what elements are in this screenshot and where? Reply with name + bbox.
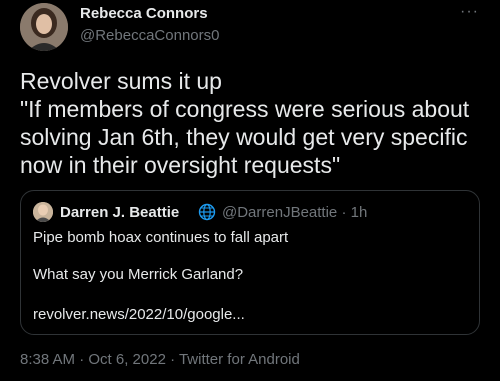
quoted-text-line: Pipe bomb hoax continues to fall apart [33, 229, 289, 246]
quoted-text-line: What say you Merrick Garland? [33, 266, 244, 283]
author-name[interactable]: Rebecca Connors [80, 5, 208, 22]
quoted-avatar[interactable] [33, 202, 53, 222]
tweet-line: Revolver sums it up [20, 68, 222, 94]
author-avatar[interactable] [20, 3, 68, 51]
quoted-author-name[interactable]: Darren J. Beattie [60, 204, 179, 221]
tweet-line: "If members of congress were serious abo… [20, 96, 470, 122]
author-handle[interactable]: @RebeccaConnors0 [80, 27, 219, 44]
tweet-text: Revolver sums it up "If members of congr… [20, 67, 490, 179]
quoted-author-handle[interactable]: @DarrenJBeattie · 1h [222, 204, 367, 221]
tweet-timestamp[interactable]: 8:38 AM · Oct 6, 2022 · Twitter for Andr… [20, 351, 300, 368]
more-horizontal-icon[interactable]: ··· [460, 3, 479, 21]
tweet-line: solving Jan 6th, they would get very spe… [20, 124, 468, 150]
globe-icon [198, 203, 216, 221]
quoted-link[interactable]: revolver.news/2022/10/google... [33, 306, 245, 323]
tweet-line: now in their oversight requests" [20, 152, 341, 178]
quoted-tweet[interactable]: Darren J. Beattie @DarrenJBeattie · 1h P… [20, 190, 480, 335]
